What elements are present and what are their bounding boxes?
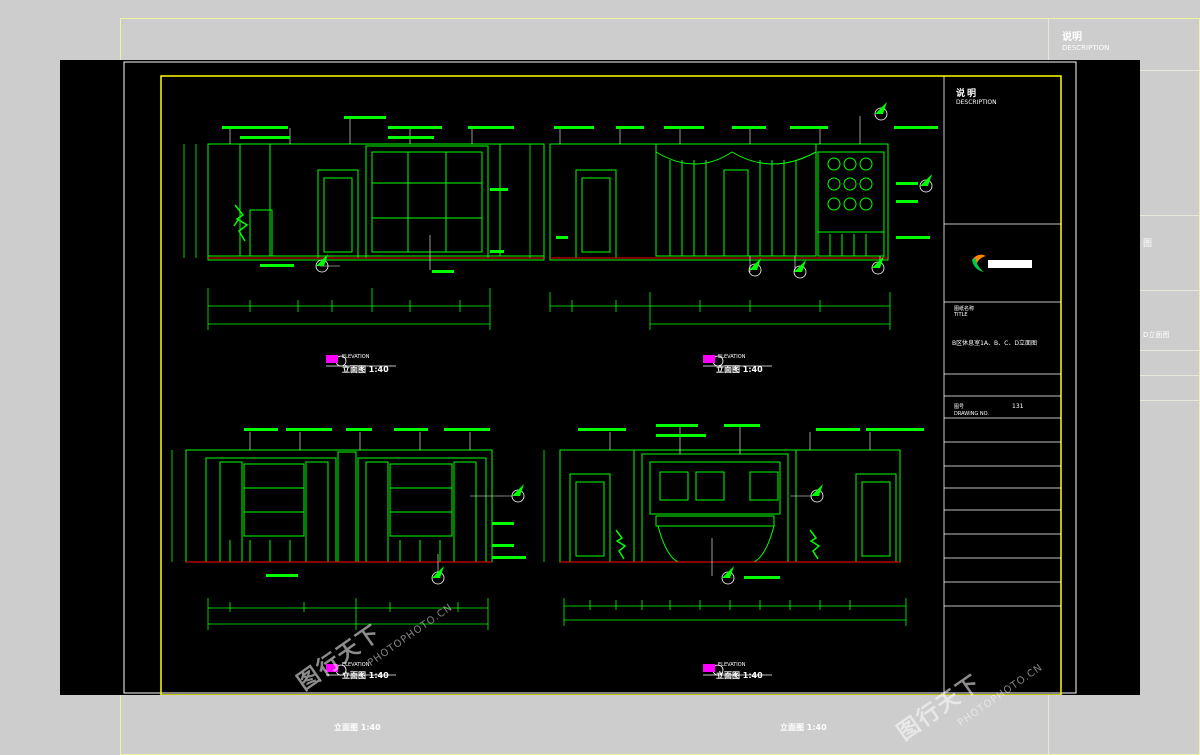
sheet-inner-frame: [160, 75, 1062, 695]
elevation-scale-label: 立面图 1:40: [342, 365, 389, 374]
elevation-3-dimensions: [171, 450, 489, 630]
background-scale-text: 立面图 1:40: [334, 723, 381, 732]
elevation-1-note-text: [222, 116, 514, 273]
company-logo-icon: [972, 254, 1032, 272]
elevation-scale-label: 立面图 1:40: [716, 671, 763, 680]
section-marker-icon: [919, 174, 933, 193]
elevation-2-leaders: [559, 116, 881, 272]
elevation-2-note-text: [554, 126, 938, 239]
drawing-no-label-en: DRAWING NO.: [954, 411, 989, 417]
section-marker-icon: [511, 484, 525, 503]
background-description-en: DESCRIPTION: [1062, 44, 1110, 52]
title-label-cn: 图纸名称: [954, 306, 975, 312]
description-heading-cn: 说明: [956, 89, 979, 99]
background-scale-text: 立面图 1:40: [780, 723, 827, 732]
section-marker-icon: [874, 102, 888, 121]
elevation-3-leaders: [249, 432, 512, 578]
title-block: [943, 76, 1061, 695]
elevation-scale-label: 立面图 1:40: [716, 365, 763, 374]
sheet-title-value: B区休息室1A、B、C、D立面图: [952, 340, 1037, 347]
cad-viewport[interactable]: 说明 DESCRIPTION 图纸名称 TITLE B区休息室1A、B、C、D立…: [60, 60, 1140, 695]
elevation-1-drawing: [207, 143, 545, 261]
section-marker-icon: [748, 258, 762, 277]
elevation-2-dimensions: [529, 144, 891, 330]
section-marker-icon: [721, 566, 735, 585]
background-side-text: D立面图: [1143, 331, 1170, 339]
elevation-tag: ELEVATION: [342, 354, 370, 360]
elevation-3-drawing: [185, 449, 493, 563]
elevation-1-leaders: [229, 118, 473, 270]
section-marker-icon: [871, 256, 885, 275]
elevation-2-drawing: [549, 143, 889, 261]
elevation-4-dimensions: [543, 450, 907, 626]
drawing-no-label-cn: 图号: [954, 404, 965, 410]
background-description-cn: 说明: [1062, 32, 1082, 43]
description-heading-en: DESCRIPTION: [956, 99, 997, 106]
elevation-4-drawing: [559, 449, 901, 563]
title-label-en: TITLE: [954, 312, 968, 318]
elevation-1-dimensions: [183, 144, 491, 330]
elevation-4-leaders: [609, 426, 871, 576]
cad-drawing: [123, 61, 1077, 695]
background-side-text: 图: [1143, 239, 1153, 249]
section-marker-icon: [810, 484, 824, 503]
elevation-tag: ELEVATION: [718, 662, 746, 668]
elevation-scale-label: 立面图 1:40: [342, 671, 389, 680]
sheet-outer-frame: [123, 61, 1077, 694]
elevation-tag: ELEVATION: [718, 354, 746, 360]
section-marker-icon: [793, 260, 807, 279]
drawing-no-value: 131: [1012, 403, 1024, 410]
